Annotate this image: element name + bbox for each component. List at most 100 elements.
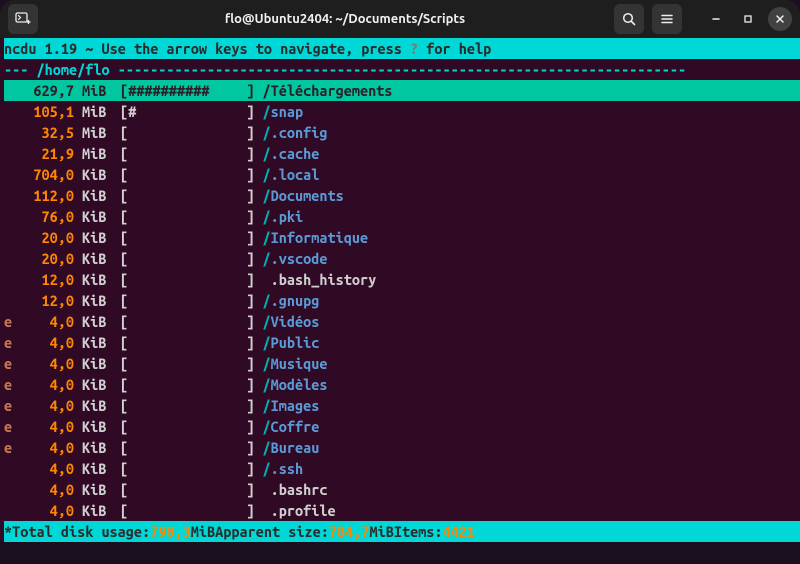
list-item[interactable]: 629,7 MiB [##########] /Téléchargements bbox=[4, 80, 800, 101]
entry-unit: KiB bbox=[82, 290, 112, 311]
entry-unit: MiB bbox=[82, 143, 112, 164]
entry-list[interactable]: 629,7 MiB [##########] /Téléchargements … bbox=[4, 80, 800, 521]
status-total: 790,3 bbox=[150, 521, 191, 542]
entry-name: .bashrc bbox=[271, 479, 328, 500]
new-tab-button[interactable] bbox=[8, 4, 38, 34]
entry-flag: e bbox=[4, 374, 14, 395]
list-item[interactable]: e4,0 KiB [ ] /Images bbox=[4, 395, 800, 416]
status-total-label: *Total disk usage: bbox=[4, 521, 150, 542]
status-apparent-label: Apparent size: bbox=[215, 521, 329, 542]
entry-flag bbox=[4, 122, 14, 143]
bracket-left: [ bbox=[120, 311, 128, 332]
usage-bar bbox=[128, 437, 246, 458]
bracket-left: [ bbox=[120, 269, 128, 290]
list-item[interactable]: 20,0 KiB [ ] /Informatique bbox=[4, 227, 800, 248]
list-item[interactable]: e4,0 KiB [ ] /Public bbox=[4, 332, 800, 353]
entry-flag bbox=[4, 206, 14, 227]
list-item[interactable]: 704,0 KiB [ ] /.local bbox=[4, 164, 800, 185]
usage-bar bbox=[128, 248, 246, 269]
usage-bar: ########## bbox=[128, 80, 246, 101]
entry-size: 629,7 bbox=[14, 80, 74, 101]
entry-flag: e bbox=[4, 332, 14, 353]
bracket-left: [ bbox=[120, 80, 128, 101]
search-button[interactable] bbox=[614, 4, 644, 34]
entry-size: 21,9 bbox=[14, 143, 74, 164]
entry-unit: MiB bbox=[82, 101, 112, 122]
dir-slash-icon: / bbox=[263, 227, 271, 248]
list-item[interactable]: 12,0 KiB [ ] /.gnupg bbox=[4, 290, 800, 311]
entry-flag bbox=[4, 248, 14, 269]
bracket-right: ] bbox=[246, 269, 262, 290]
entry-flag bbox=[4, 479, 14, 500]
entry-size: 112,0 bbox=[14, 185, 74, 206]
app-name: ncdu bbox=[4, 40, 36, 57]
hamburger-icon bbox=[659, 11, 675, 27]
list-item[interactable]: 4,0 KiB [ ] .profile bbox=[4, 500, 800, 521]
entry-name: Musique bbox=[271, 353, 328, 374]
dir-slash-icon: / bbox=[263, 80, 271, 101]
entry-unit: KiB bbox=[82, 458, 112, 479]
dir-slash-icon: / bbox=[263, 332, 271, 353]
entry-unit: KiB bbox=[82, 353, 112, 374]
list-item[interactable]: 32,5 MiB [ ] /.config bbox=[4, 122, 800, 143]
entry-unit: KiB bbox=[82, 311, 112, 332]
usage-bar bbox=[128, 164, 246, 185]
dir-slash-icon: / bbox=[263, 353, 271, 374]
status-bar: *Total disk usage: 790,3 MiB Apparent si… bbox=[4, 521, 800, 542]
dir-slash-icon: / bbox=[263, 311, 271, 332]
entry-flag bbox=[4, 185, 14, 206]
list-item[interactable]: 4,0 KiB [ ] .bashrc bbox=[4, 479, 800, 500]
entry-name: Vidéos bbox=[271, 311, 320, 332]
list-item[interactable]: 112,0 KiB [ ] /Documents bbox=[4, 185, 800, 206]
entry-flag bbox=[4, 227, 14, 248]
status-apparent-unit: MiB bbox=[369, 521, 393, 542]
bracket-right: ] bbox=[246, 332, 262, 353]
list-item[interactable]: e4,0 KiB [ ] /Vidéos bbox=[4, 311, 800, 332]
dir-slash-icon: / bbox=[263, 437, 271, 458]
entry-size: 12,0 bbox=[14, 290, 74, 311]
bracket-left: [ bbox=[120, 227, 128, 248]
list-item[interactable]: 105,1 MiB [# ] /snap bbox=[4, 101, 800, 122]
bracket-right: ] bbox=[246, 479, 262, 500]
close-button[interactable] bbox=[768, 7, 792, 31]
bracket-right: ] bbox=[246, 206, 262, 227]
dir-slash-icon: / bbox=[263, 122, 271, 143]
usage-bar bbox=[128, 395, 246, 416]
maximize-button[interactable] bbox=[736, 7, 760, 31]
entry-flag bbox=[4, 80, 14, 101]
entry-size: 20,0 bbox=[14, 248, 74, 269]
bracket-left: [ bbox=[120, 206, 128, 227]
entry-flag bbox=[4, 269, 14, 290]
entry-unit: MiB bbox=[82, 122, 112, 143]
list-item[interactable]: e4,0 KiB [ ] /Musique bbox=[4, 353, 800, 374]
entry-flag: e bbox=[4, 311, 14, 332]
entry-flag bbox=[4, 290, 14, 311]
minimize-button[interactable] bbox=[704, 7, 728, 31]
spacer bbox=[263, 269, 271, 290]
list-item[interactable]: e4,0 KiB [ ] /Modèles bbox=[4, 374, 800, 395]
dir-slash-icon: / bbox=[263, 143, 271, 164]
list-item[interactable]: 4,0 KiB [ ] /.ssh bbox=[4, 458, 800, 479]
dir-slash-icon: / bbox=[263, 416, 271, 437]
entry-size: 4,0 bbox=[14, 374, 74, 395]
bracket-right: ] bbox=[246, 353, 262, 374]
list-item[interactable]: 21,9 MiB [ ] /.cache bbox=[4, 143, 800, 164]
list-item[interactable]: e4,0 KiB [ ] /Bureau bbox=[4, 437, 800, 458]
list-item[interactable]: 76,0 KiB [ ] /.pki bbox=[4, 206, 800, 227]
usage-bar bbox=[128, 206, 246, 227]
terminal[interactable]: ncdu 1.19 ~ Use the arrow keys to naviga… bbox=[0, 38, 800, 542]
bracket-left: [ bbox=[120, 437, 128, 458]
list-item[interactable]: 20,0 KiB [ ] /.vscode bbox=[4, 248, 800, 269]
dir-slash-icon: / bbox=[263, 395, 271, 416]
spacer bbox=[263, 500, 271, 521]
bracket-right: ] bbox=[246, 395, 262, 416]
entry-size: 704,0 bbox=[14, 164, 74, 185]
help-key: ? bbox=[410, 40, 418, 57]
list-item[interactable]: 12,0 KiB [ ] .bash_history bbox=[4, 269, 800, 290]
entry-name: Images bbox=[271, 395, 320, 416]
hamburger-menu-button[interactable] bbox=[652, 4, 682, 34]
bracket-right: ] bbox=[246, 374, 262, 395]
bracket-left: [ bbox=[120, 500, 128, 521]
entry-size: 4,0 bbox=[14, 311, 74, 332]
list-item[interactable]: e4,0 KiB [ ] /Coffre bbox=[4, 416, 800, 437]
